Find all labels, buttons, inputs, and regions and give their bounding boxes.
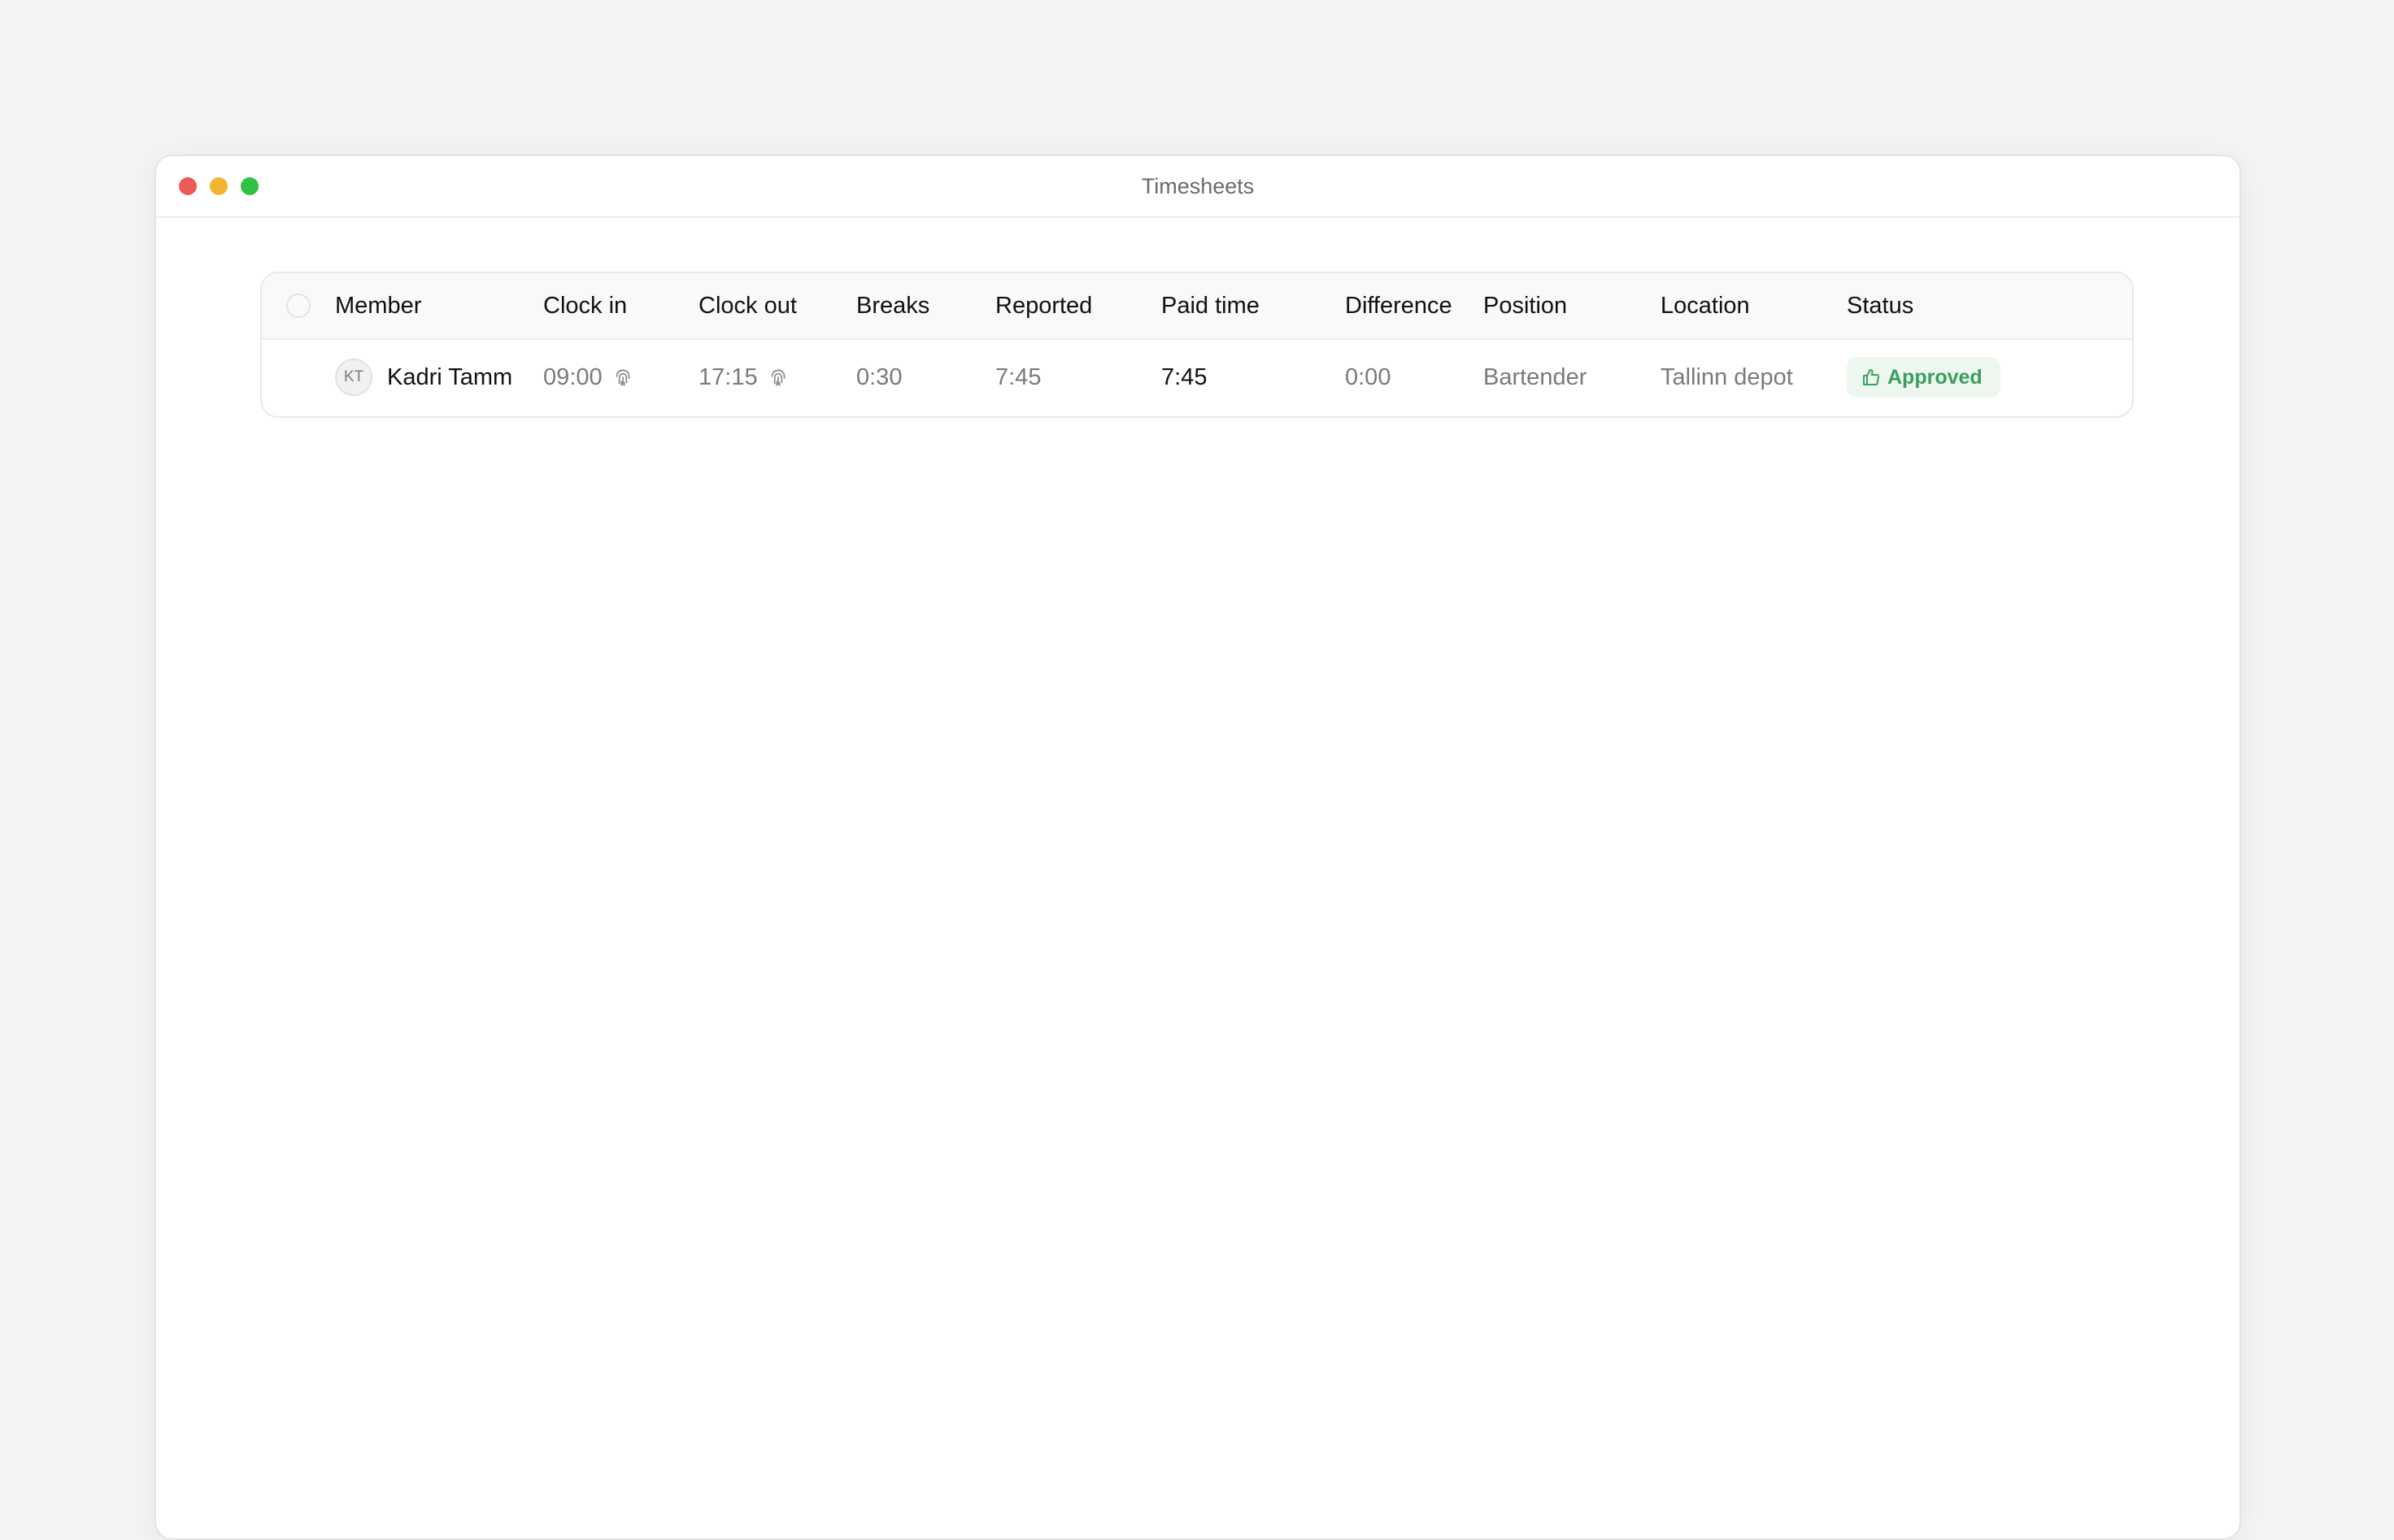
position-value: Bartender (1483, 363, 1587, 390)
status-label: Approved (1887, 365, 1983, 389)
clock-in-cell: 09:00 (543, 340, 633, 415)
column-header-location[interactable]: Location (1661, 273, 1750, 338)
clock-in-value: 09:00 (543, 363, 603, 390)
select-all-checkbox[interactable] (286, 294, 311, 318)
avatar: KT (335, 359, 372, 396)
table-row[interactable]: KT Kadri Tamm 09:00 17:15 0:30 7:45 7:45… (262, 340, 2132, 415)
column-header-paid-time[interactable]: Paid time (1161, 273, 1260, 338)
column-header-clock-out[interactable]: Clock out (699, 273, 797, 338)
reported-value: 7:45 (995, 363, 1042, 390)
breaks-value: 0:30 (856, 363, 903, 390)
location-value: Tallinn depot (1661, 363, 1793, 390)
status-badge[interactable]: Approved (1847, 357, 2000, 398)
fingerprint-icon (616, 369, 630, 386)
column-header-reported[interactable]: Reported (995, 273, 1092, 338)
column-header-member[interactable]: Member (335, 273, 421, 338)
thumbs-up-icon (1863, 368, 1879, 386)
column-header-position[interactable]: Position (1483, 273, 1567, 338)
clock-out-cell: 17:15 (699, 340, 789, 415)
app-window: Timesheets Member Clock in Clock out Bre… (155, 154, 2241, 1540)
clock-out-value: 17:15 (699, 363, 758, 390)
paid-time-value: 7:45 (1161, 363, 1208, 390)
column-header-clock-in[interactable]: Clock in (543, 273, 627, 338)
difference-value: 0:00 (1345, 363, 1391, 390)
status-cell: Approved (1847, 340, 2000, 415)
column-header-breaks[interactable]: Breaks (856, 273, 929, 338)
select-all-cell (286, 273, 311, 338)
member-cell: KT Kadri Tamm (335, 340, 512, 415)
timesheets-table: Member Clock in Clock out Breaks Reporte… (260, 272, 2134, 418)
table-header: Member Clock in Clock out Breaks Reporte… (262, 273, 2132, 340)
column-header-difference[interactable]: Difference (1345, 273, 1452, 338)
column-header-status[interactable]: Status (1847, 273, 1913, 338)
member-name: Kadri Tamm (387, 363, 513, 390)
fingerprint-icon (771, 369, 786, 386)
window-title: Timesheets (1141, 174, 1255, 198)
title-bar: Timesheets (156, 156, 2239, 218)
